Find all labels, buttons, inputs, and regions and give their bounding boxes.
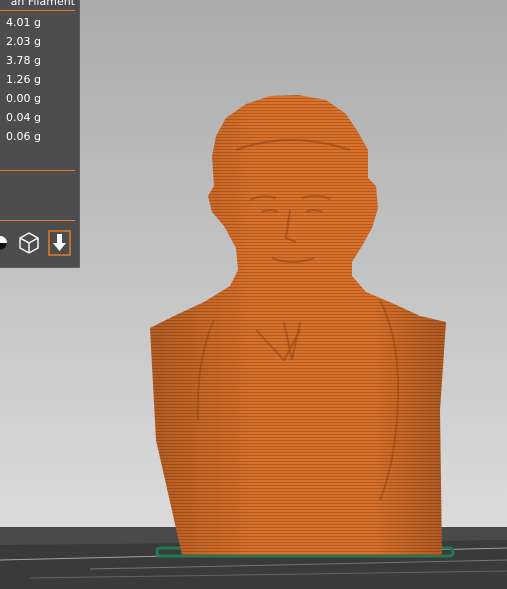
sliced-bust-model[interactable] (150, 95, 446, 555)
sidebar-panel: an Filament 4.01 g 2.03 g 3.78 g 1.26 g … (0, 0, 80, 268)
cube-view-icon[interactable] (18, 230, 40, 259)
section-divider (0, 170, 75, 171)
filament-weight: 2.03 g (6, 35, 41, 48)
filament-header: an Filament (10, 0, 75, 8)
filament-weight: 0.06 g (6, 130, 41, 143)
filament-weight: 1.26 g (6, 73, 41, 86)
filament-weight: 3.78 g (6, 54, 41, 67)
section-divider (0, 220, 75, 221)
filament-weight-list: 4.01 g 2.03 g 3.78 g 1.26 g 0.00 g 0.04 … (6, 13, 41, 146)
filament-weight: 0.00 g (6, 92, 41, 105)
header-divider (0, 10, 75, 11)
filament-weight: 0.04 g (6, 111, 41, 124)
filament-weight: 4.01 g (6, 16, 41, 29)
export-gcode-icon[interactable] (48, 230, 72, 259)
view-toolbar (0, 230, 79, 256)
view-mode-icon[interactable] (0, 230, 10, 259)
